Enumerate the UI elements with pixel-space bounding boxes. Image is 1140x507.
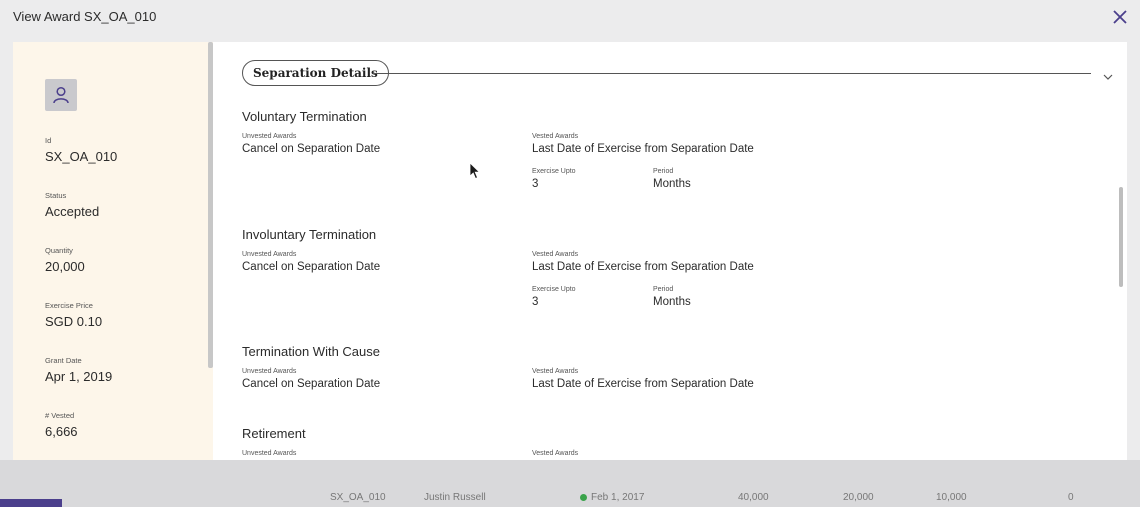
block-termination-with-cause: Termination With Cause Unvested Awards C… — [242, 344, 1102, 390]
content-scrollbar[interactable] — [1119, 187, 1123, 287]
modal-title: View Award SX_OA_010 — [13, 9, 157, 24]
close-icon — [1113, 10, 1127, 24]
user-icon — [53, 86, 69, 104]
block-voluntary-termination: Voluntary Termination Unvested Awards Ca… — [242, 109, 1102, 190]
award-summary-panel: Id SX_OA_010 Status Accepted Quantity 20… — [13, 42, 213, 460]
value: Last Date of Exercise from Separation Da… — [532, 261, 754, 273]
field-grant-date: Grant Date Apr 1, 2019 — [45, 356, 112, 384]
bg-cell-v3: 10,000 — [936, 492, 967, 503]
label: Unvested Awards — [242, 251, 297, 258]
status-dot — [580, 493, 587, 501]
field-value: Apr 1, 2019 — [45, 369, 113, 384]
bg-cell-date-text: Feb 1, 2017 — [591, 492, 645, 503]
vested-awards: Vested Awards Last Date of Exercise from… — [532, 251, 754, 273]
field-label: Status — [45, 191, 67, 200]
background-table-row: SX_OA_010 Justin Russell Feb 1, 2017 40,… — [0, 459, 1140, 507]
field-value: SX_OA_010 — [45, 149, 118, 164]
block-title: Involuntary Termination — [242, 227, 377, 242]
collapse-section-button[interactable] — [1103, 68, 1113, 80]
section-title-separation-details[interactable]: Separation Details — [242, 60, 389, 86]
field-label: Quantity — [45, 246, 73, 255]
block-involuntary-termination: Involuntary Termination Unvested Awards … — [242, 227, 1102, 308]
close-button[interactable] — [1110, 7, 1130, 27]
bg-cell-name: Justin Russell — [424, 492, 486, 503]
bg-cell-date: Feb 1, 2017 — [580, 492, 644, 503]
field-value: 6,666 — [45, 424, 78, 439]
value: Months — [653, 178, 691, 190]
value: Months — [653, 296, 691, 308]
bg-cell-v1: 40,000 — [738, 492, 769, 503]
unvested-awards: Unvested Awards Cancel on Separation Dat… — [242, 251, 380, 273]
block-title: Termination With Cause — [242, 344, 380, 359]
section-divider — [373, 73, 1091, 74]
block-title: Retirement — [242, 426, 306, 441]
modal-header: View Award SX_OA_010 — [0, 0, 1140, 42]
bg-cell-v2: 20,000 — [843, 492, 874, 503]
field-quantity: Quantity 20,000 — [45, 246, 85, 274]
vested-awards: Vested Awards — [532, 450, 578, 457]
mouse-pointer-icon — [469, 162, 481, 180]
field-value: SGD 0.10 — [45, 314, 103, 329]
bg-cell-id: SX_OA_010 — [330, 492, 386, 503]
avatar — [45, 79, 77, 111]
vested-awards: Vested Awards Last Date of Exercise from… — [532, 133, 754, 155]
field-label: Id — [45, 136, 52, 145]
background-nav-block — [0, 499, 62, 507]
label: Unvested Awards — [242, 450, 297, 457]
period: Period Months — [653, 286, 691, 308]
chevron-down-icon — [1103, 74, 1113, 80]
field-value: Accepted — [45, 204, 100, 219]
field-label: # Vested — [45, 411, 75, 420]
vested-awards: Vested Awards Last Date of Exercise from… — [532, 368, 754, 390]
value: 3 — [532, 296, 539, 308]
unvested-awards: Unvested Awards — [242, 450, 296, 457]
value: 3 — [532, 178, 539, 190]
label: Exercise Upto — [532, 286, 576, 293]
field-label: Grant Date — [45, 356, 82, 365]
exercise-upto: Exercise Upto 3 — [532, 286, 576, 308]
value: Last Date of Exercise from Separation Da… — [532, 143, 754, 155]
bg-cell-v4: 0 — [1068, 492, 1074, 503]
modal-body: Id SX_OA_010 Status Accepted Quantity 20… — [13, 42, 1127, 460]
label: Vested Awards — [532, 368, 579, 375]
value: Cancel on Separation Date — [242, 143, 381, 155]
field-label: Exercise Price — [45, 301, 93, 310]
field-value: 20,000 — [45, 259, 85, 274]
field-status: Status Accepted — [45, 191, 99, 219]
label: Vested Awards — [532, 133, 579, 140]
label: Period — [653, 168, 674, 175]
block-retirement: Retirement Unvested Awards Vested Awards — [242, 426, 1102, 457]
separation-details-content: Separation Details Voluntary Termination… — [213, 42, 1127, 460]
period: Period Months — [653, 168, 691, 190]
field-exercise-price: Exercise Price SGD 0.10 — [45, 301, 102, 329]
block-title: Voluntary Termination — [242, 109, 367, 124]
unvested-awards: Unvested Awards Cancel on Separation Dat… — [242, 368, 380, 390]
label: Vested Awards — [532, 450, 579, 457]
exercise-upto: Exercise Upto 3 — [532, 168, 576, 190]
field-id: Id SX_OA_010 — [45, 136, 117, 164]
value: Last Date of Exercise from Separation Da… — [532, 378, 754, 390]
label: Unvested Awards — [242, 133, 297, 140]
unvested-awards: Unvested Awards Cancel on Separation Dat… — [242, 133, 380, 155]
field-vested: # Vested 6,666 — [45, 411, 78, 439]
label: Exercise Upto — [532, 168, 576, 175]
label: Unvested Awards — [242, 368, 297, 375]
value: Cancel on Separation Date — [242, 261, 381, 273]
label: Vested Awards — [532, 251, 579, 258]
view-award-modal: View Award SX_OA_010 Id SX_OA_010 Status… — [0, 0, 1140, 460]
value: Cancel on Separation Date — [242, 378, 381, 390]
label: Period — [653, 286, 674, 293]
